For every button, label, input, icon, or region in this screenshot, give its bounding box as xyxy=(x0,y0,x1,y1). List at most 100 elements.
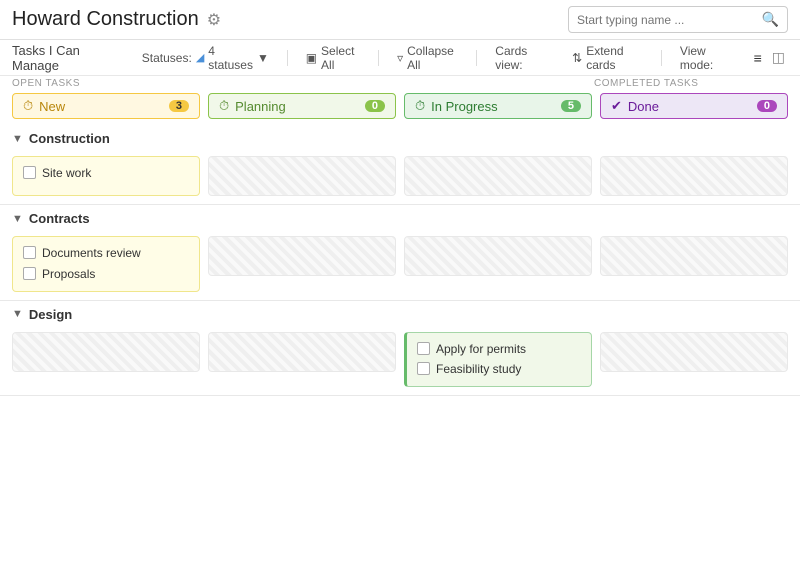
card-item: Documents review xyxy=(23,245,189,262)
toolbar-title: Tasks I Can Manage xyxy=(12,43,120,73)
toolbar-actions: Statuses: ◢ 4 statuses ▼ ▣ Select All ▿ … xyxy=(136,42,788,74)
select-all-btn[interactable]: ▣ Select All xyxy=(300,42,367,74)
new-label: ⏱ New xyxy=(23,98,65,114)
extend-cards-btn[interactable]: ⇅ Extend cards xyxy=(566,42,649,74)
view-mode-label: View mode: xyxy=(680,44,733,72)
collapse-all-label: Collapse All xyxy=(407,44,458,72)
completed-tasks-label: COMPLETED TASKS xyxy=(594,78,788,89)
group-header-2[interactable]: ▼ Design xyxy=(0,301,800,328)
header: Howard Construction ⚙ 🔍 xyxy=(0,0,800,40)
card-item: Site work xyxy=(23,165,189,182)
grid-view-icon[interactable]: ◫ xyxy=(769,47,788,68)
col-new-0: Site work xyxy=(12,156,200,196)
select-all-icon: ▣ xyxy=(306,51,317,65)
statuses-filter-value: 4 statuses xyxy=(208,44,253,72)
extend-cards-label: Extend cards xyxy=(586,44,643,72)
status-headers-row: ⏱ New 3 ⏱ Planning 0 ⏱ In Progress 5 ✔ D… xyxy=(0,89,800,125)
group-rows-0: Site work xyxy=(0,152,800,204)
done-label: ✔ Done xyxy=(611,98,659,114)
group-toggle-0[interactable]: ▼ xyxy=(12,133,23,145)
col-done-1 xyxy=(600,236,788,276)
col-done-0 xyxy=(600,156,788,196)
task-checkbox[interactable] xyxy=(23,246,36,259)
status-header-done: ✔ Done 0 xyxy=(600,93,788,119)
col-inprogress-2: Apply for permits Feasibility study xyxy=(404,332,592,388)
inprogress-count: 5 xyxy=(561,100,581,112)
app-title: Howard Construction xyxy=(12,8,199,31)
col-new-1: Documents review Proposals xyxy=(12,236,200,292)
group-name-0: Construction xyxy=(29,131,110,146)
col-inprogress-0 xyxy=(404,156,592,196)
new-count: 3 xyxy=(169,100,189,112)
search-icon[interactable]: 🔍 xyxy=(762,11,779,28)
task-text: Documents review xyxy=(42,245,141,262)
cards-view-label: Cards view: xyxy=(495,44,548,72)
group-name-2: Design xyxy=(29,307,72,322)
inprogress-label: ⏱ In Progress xyxy=(415,98,498,114)
planning-label: ⏱ Planning xyxy=(219,98,286,114)
section-labels: OPEN TASKS COMPLETED TASKS xyxy=(0,76,800,89)
col-done-2 xyxy=(600,332,788,372)
gear-icon[interactable]: ⚙ xyxy=(207,10,221,30)
col-planning-2 xyxy=(208,332,396,372)
task-text: Apply for permits xyxy=(436,341,526,358)
group-rows-2: Apply for permits Feasibility study xyxy=(0,328,800,396)
group-construction: ▼ Construction Site work xyxy=(0,125,800,205)
col-new-2 xyxy=(12,332,200,372)
status-header-new: ⏱ New 3 xyxy=(12,93,200,119)
group-design: ▼ Design Apply for permits Feasibility s… xyxy=(0,301,800,397)
group-header-1[interactable]: ▼ Contracts xyxy=(0,205,800,232)
divider xyxy=(287,50,288,66)
collapse-all-btn[interactable]: ▿ Collapse All xyxy=(391,42,464,74)
open-tasks-label: OPEN TASKS xyxy=(12,78,594,89)
group-toggle-1[interactable]: ▼ xyxy=(12,213,23,225)
extend-icon: ⇅ xyxy=(572,51,582,65)
group-name-1: Contracts xyxy=(29,211,90,226)
group-toggle-2[interactable]: ▼ xyxy=(12,308,23,320)
cards-view-label-area: Cards view: xyxy=(489,42,554,74)
statuses-filter-btn[interactable]: Statuses: ◢ 4 statuses ▼ xyxy=(136,42,275,74)
inprogress-status-icon: ⏱ xyxy=(415,98,425,114)
select-all-label: Select All xyxy=(321,44,360,72)
collapse-icon: ▿ xyxy=(397,51,403,65)
task-checkbox[interactable] xyxy=(23,166,36,179)
done-count: 0 xyxy=(757,100,777,112)
inprogress-status-text: In Progress xyxy=(431,99,497,114)
task-text: Site work xyxy=(42,165,91,182)
done-status-icon: ✔ xyxy=(611,98,622,114)
divider3 xyxy=(476,50,477,66)
filter-icon: ◢ xyxy=(196,51,204,64)
search-input[interactable] xyxy=(577,13,756,27)
card-item: Apply for permits xyxy=(417,341,581,358)
col-planning-0 xyxy=(208,156,396,196)
col-planning-1 xyxy=(208,236,396,276)
chevron-down-icon: ▼ xyxy=(257,51,269,65)
statuses-label: Statuses: xyxy=(142,51,192,65)
task-checkbox[interactable] xyxy=(417,362,430,375)
main-content: ▼ Construction Site work ▼ Contracts Doc… xyxy=(0,125,800,549)
group-rows-1: Documents review Proposals xyxy=(0,232,800,300)
col-inprogress-1 xyxy=(404,236,592,276)
divider4 xyxy=(661,50,662,66)
new-status-text: New xyxy=(39,99,65,114)
view-mode-label-area: View mode: xyxy=(674,42,739,74)
card-item: Feasibility study xyxy=(417,361,581,378)
list-view-icon[interactable]: ≡ xyxy=(751,48,765,68)
view-mode-toggle: ≡ ◫ xyxy=(751,47,788,68)
status-header-inprogress: ⏱ In Progress 5 xyxy=(404,93,592,119)
header-left: Howard Construction ⚙ xyxy=(12,8,221,31)
planning-status-text: Planning xyxy=(235,99,286,114)
new-status-icon: ⏱ xyxy=(23,98,33,114)
planning-count: 0 xyxy=(365,100,385,112)
divider2 xyxy=(378,50,379,66)
status-header-planning: ⏱ Planning 0 xyxy=(208,93,396,119)
planning-status-icon: ⏱ xyxy=(219,98,229,114)
task-checkbox[interactable] xyxy=(417,342,430,355)
task-text: Proposals xyxy=(42,266,95,283)
done-status-text: Done xyxy=(628,99,659,114)
search-box: 🔍 xyxy=(568,6,788,33)
group-contracts: ▼ Contracts Documents review Proposals xyxy=(0,205,800,301)
group-header-0[interactable]: ▼ Construction xyxy=(0,125,800,152)
toolbar: Tasks I Can Manage Statuses: ◢ 4 statuse… xyxy=(0,40,800,76)
task-checkbox[interactable] xyxy=(23,267,36,280)
